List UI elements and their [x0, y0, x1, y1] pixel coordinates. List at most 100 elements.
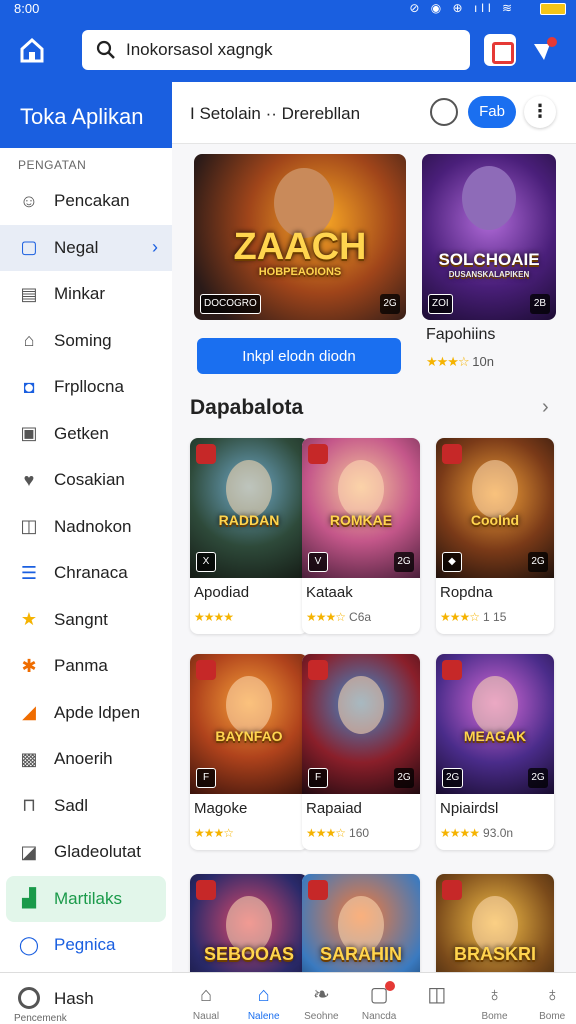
sidebar-item[interactable]: ▣ Getken — [0, 411, 172, 458]
square-icon: ▢ — [20, 237, 38, 258]
sidebar-item[interactable]: ▟ Martilaks — [6, 875, 166, 922]
search-icon — [96, 40, 115, 59]
game-card[interactable]: ROMKAE V 2G Kataak ★★★☆ C6a — [302, 438, 420, 634]
sidebar-item[interactable]: ▤ Minkar — [0, 271, 172, 318]
game-card[interactable]: RADDAN X Apodiad ★★★★ — [190, 438, 308, 634]
image-icon: ▩ — [20, 748, 38, 769]
chevron-right-icon[interactable]: › — [542, 396, 549, 419]
banner-subtitle: HOBPEAOIONS — [258, 266, 342, 278]
game-badge: X — [196, 552, 216, 572]
game-badge: F — [308, 768, 328, 788]
game-card[interactable]: Coolnd ◆ 2G Ropdna ★★★☆ 1 15 — [436, 438, 554, 634]
game-card[interactable]: BRASKRI — [436, 874, 554, 972]
game-badge: 2G — [442, 768, 464, 788]
star-rating-icon: ★★★★ — [440, 826, 480, 840]
more-options-icon[interactable]: ⋮ — [524, 96, 556, 128]
section-title: Dapabalota — [190, 396, 304, 419]
star-icon: ★ — [20, 609, 38, 630]
character-figure — [472, 460, 518, 518]
sidebar-item-label: Minkar — [54, 284, 106, 304]
character-figure — [338, 676, 384, 734]
install-button[interactable]: Inkpl elodn diodn — [197, 338, 401, 374]
sidebar-item-label: Cosakian — [54, 470, 125, 490]
sidebar-item[interactable]: ▢ Negal › — [0, 224, 172, 271]
red-corner-badge — [308, 444, 328, 464]
green-app-icon: ▟ — [22, 888, 36, 909]
game-thumbnail: BAYNFAO F — [190, 654, 308, 794]
game-badge: V — [308, 552, 328, 572]
card-subtitle: DUSANSKALAPIKEN — [448, 270, 530, 279]
game-rating: ★★★☆ C6a — [302, 606, 420, 634]
list-icon: ☰ — [20, 562, 38, 583]
game-rating: ★★★☆ — [190, 822, 308, 850]
rating-count: C6a — [349, 610, 372, 624]
sidebar-item[interactable]: ◢ Apde ldpen — [0, 690, 172, 737]
search-input[interactable] — [126, 38, 456, 62]
nav-item[interactable]: ♁ Bome — [518, 973, 576, 1024]
red-corner-badge — [442, 880, 462, 900]
game-title: Npiairdsl — [440, 800, 499, 817]
sidebar-item[interactable]: ★ Sangnt — [0, 597, 172, 644]
sidebar-item[interactable]: ▩ Anoerih — [0, 736, 172, 783]
sidebar-item[interactable]: ☺ Pencakan — [0, 178, 172, 225]
heart-icon: ♥ — [23, 469, 35, 490]
game-card[interactable]: BAYNFAO F Magoke ★★★☆ — [190, 654, 308, 850]
sidebar-item[interactable]: ✱ Panma — [0, 643, 172, 690]
bottom-nav: Hash Pencemenk ⌂ Naual ⌂ Nalene ❧ Seohne ▢ Nanc… — [0, 972, 576, 1024]
sidebar-item[interactable]: ⌂ Soming — [0, 318, 172, 365]
nav-item-hash[interactable]: Hash Pencemenk — [0, 973, 172, 1024]
chat-icon[interactable] — [430, 98, 458, 126]
game-badge: ◆ — [442, 552, 462, 572]
game-card[interactable]: SEBOOAS — [190, 874, 308, 972]
age-badge: 2G — [394, 552, 414, 572]
sidebar-section-title: PENGATAN — [18, 158, 87, 172]
game-logo: Coolnd — [470, 512, 520, 528]
sidebar-item[interactable]: ☰ Chranaca — [0, 550, 172, 597]
game-card[interactable]: MEAGAK 2G 2G Npiairdsl ★★★★ 93.0n — [436, 654, 554, 850]
game-rating: ★★★☆ 160 — [302, 822, 420, 850]
game-card[interactable]: F 2G Rapaiad ★★★☆ 160 — [302, 654, 420, 850]
profile-icon: ♁ — [544, 984, 560, 1006]
person-icon: ☺ — [19, 190, 39, 211]
sidebar-item[interactable]: ◘ Frpllocna — [0, 364, 172, 411]
battery-icon — [540, 3, 566, 15]
filter-pill-button[interactable]: Fab — [468, 96, 516, 128]
hero-figure — [462, 166, 516, 230]
status-time: 8:00 — [14, 1, 40, 16]
game-title: Ropdna — [440, 584, 493, 601]
sidebar-item[interactable]: ⊓ Sadl — [0, 783, 172, 830]
red-corner-badge — [196, 660, 216, 680]
game-thumbnail: MEAGAK 2G 2G — [436, 654, 554, 794]
home-icon[interactable] — [16, 34, 48, 66]
star-rating-icon: ★★★★ — [194, 610, 234, 624]
leaf-icon: ❧ — [313, 984, 330, 1006]
sidebar-item-label: Negal — [54, 237, 99, 257]
sidebar-item-label: Apde ldpen — [54, 702, 141, 722]
game-logo: MEAGAK — [463, 728, 527, 744]
share-icon[interactable] — [530, 34, 562, 66]
game-card[interactable]: SARAHIN — [302, 874, 420, 972]
banner-age-badge: 2G — [380, 294, 400, 314]
featured-game-banner[interactable]: ZAACH HOBPEAOIONS DOCOGRO 2G — [194, 154, 406, 320]
building-icon: ⌂ — [23, 330, 35, 351]
search-bar[interactable] — [82, 30, 470, 70]
red-corner-badge — [442, 444, 462, 464]
age-badge: 2G — [528, 552, 548, 572]
featured-game-card[interactable]: SOLCHOAIE DUSANSKALAPIKEN ZOI 2B — [422, 154, 556, 320]
sidebar-item[interactable]: ◯ Pegnica — [0, 922, 172, 969]
status-bar: 8:00 ⊘ ◉ ⊕ ıll ≋ — [0, 0, 576, 18]
sidebar-item[interactable]: ◪ Gladeolutat — [0, 829, 172, 876]
notification-icon[interactable] — [484, 34, 516, 66]
game-logo: ROMKAE — [329, 512, 393, 528]
user-icon: ♁ — [487, 984, 502, 1006]
sidebar-item-label: Soming — [54, 330, 112, 350]
sidebar-item[interactable]: ◫ Nadnokon — [0, 504, 172, 551]
game-thumbnail: ROMKAE V 2G — [302, 438, 420, 578]
page-title: I Setolain ·· Drerebllan — [190, 104, 361, 123]
character-figure — [226, 460, 272, 518]
main-content: I Setolain ·· Drerebllan Fab ⋮ ZAACH HOB… — [172, 82, 576, 972]
character-figure — [472, 676, 518, 734]
sidebar-item[interactable]: ♥ Cosakian — [0, 457, 172, 504]
status-icons: ⊘ ◉ ⊕ ıll ≋ — [409, 1, 516, 15]
square-outline-icon: ▣ — [20, 423, 38, 444]
